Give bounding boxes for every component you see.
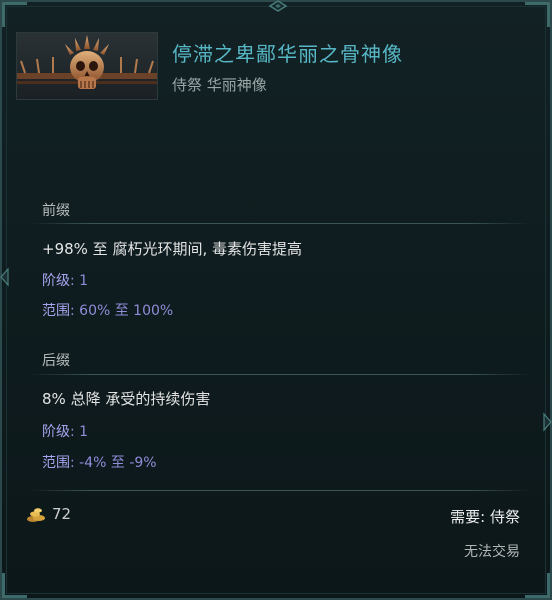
item-cost: 72 [26,505,71,524]
suffix-heading: 后缀 [42,353,70,369]
trade-status: 无法交易 [464,544,520,560]
frame-ornament-icon [0,267,9,287]
tier-value: : 1 [70,424,89,440]
prefix-range: 范围: 60% 至 100% [42,300,173,320]
item-portrait [16,32,158,100]
frame-ornament-icon [543,412,552,432]
tier-label: 阶级 [42,424,70,440]
range-label: 范围 [42,303,70,319]
suffix-effect: 8% 总降 承受的持续伤害 [42,390,211,408]
range-value: : -4% 至 -9% [70,455,157,471]
prefix-heading: 前缀 [42,203,70,219]
cost-value: 72 [52,505,72,523]
suffix-tier: 阶级: 1 [42,421,88,441]
prefix-effect: +98% 至 腐朽光环期间, 毒素伤害提高 [42,240,302,258]
range-value: : 60% 至 100% [70,303,174,319]
frame-corner [2,573,27,598]
frame-ornament-icon [268,0,288,12]
item-tooltip: 停滞之卑鄙华丽之骨神像 侍祭 华丽神像 前缀 +98% 至 腐朽光环期间, 毒素… [0,0,552,600]
tier-label: 阶级 [42,273,70,289]
tier-value: : 1 [70,273,89,289]
item-name: 停滞之卑鄙华丽之骨神像 [172,42,403,66]
suffix-range: 范围: -4% 至 -9% [42,452,157,472]
item-type-line: 侍祭 华丽神像 [172,76,267,94]
frame-corner [2,2,27,27]
class-requirement: 需要: 侍祭 [450,508,520,526]
frame-corner [525,2,550,27]
frame-corner [525,573,550,598]
divider [30,223,530,224]
divider [30,374,530,375]
skull-idol-icon [17,35,157,89]
prefix-tier: 阶级: 1 [42,270,88,290]
range-label: 范围 [42,455,70,471]
gold-pile-icon [27,507,45,522]
divider [30,490,530,491]
